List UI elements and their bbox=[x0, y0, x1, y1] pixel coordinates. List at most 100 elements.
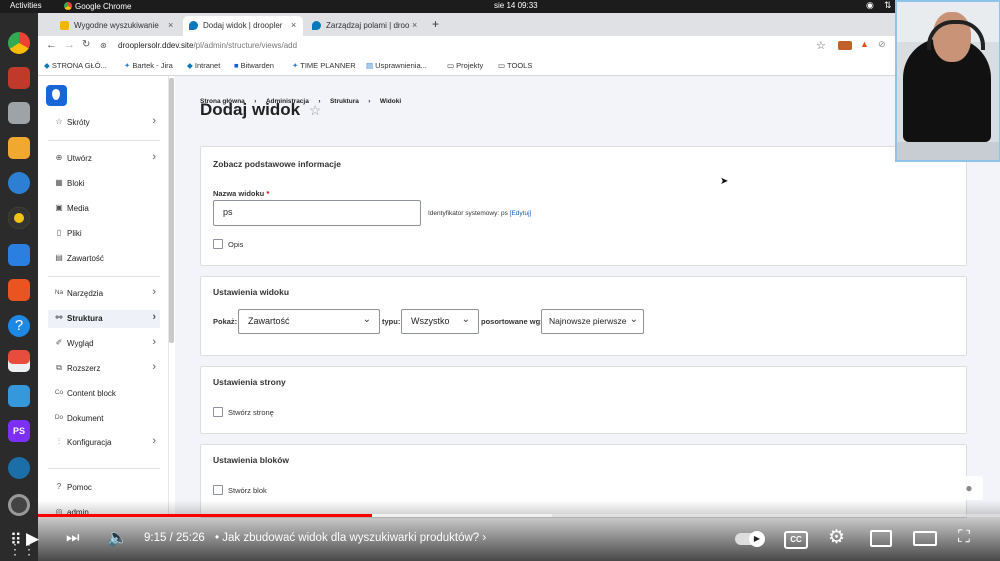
thunderbird-dock-icon[interactable] bbox=[8, 172, 30, 194]
chevron-down-icon: ⌄ bbox=[362, 314, 371, 325]
document-icon: Do bbox=[54, 414, 64, 421]
back-icon[interactable]: ← bbox=[46, 39, 57, 51]
bookmark-star-icon[interactable]: ☆ bbox=[816, 39, 826, 52]
opera-tray-icon[interactable]: ◉ bbox=[866, 0, 874, 11]
chevron-right-icon: › bbox=[152, 361, 156, 373]
obs-dock-icon[interactable] bbox=[8, 494, 30, 516]
bookmark-usprawnienia[interactable]: ▤ Usprawnienia... bbox=[366, 61, 427, 70]
volume-icon[interactable]: 🔈 bbox=[107, 528, 128, 548]
config-icon: ⫶ bbox=[58, 437, 60, 446]
help-icon: ? bbox=[56, 482, 62, 491]
bookmark-tools[interactable]: ▭ TOOLS bbox=[498, 61, 532, 70]
app-center-dock-icon[interactable] bbox=[8, 279, 30, 301]
bitwarden-icon: ■ bbox=[234, 61, 241, 70]
sidebar-item-struktura[interactable]: ⚯ Struktura › bbox=[48, 310, 160, 328]
close-tab-icon[interactable]: × bbox=[291, 20, 296, 30]
bookmark-time-planner[interactable]: ✦ TIME PLANNER bbox=[292, 61, 356, 70]
sidebar-item-utworz[interactable]: ⊕ Utwórz › bbox=[48, 150, 160, 168]
text-editor-dock-icon[interactable] bbox=[8, 385, 30, 407]
sidebar-item-bloki[interactable]: ▦ Bloki bbox=[48, 175, 160, 193]
activities-button[interactable]: Activities bbox=[10, 1, 42, 10]
breadcrumb-item[interactable]: Struktura bbox=[330, 98, 359, 105]
close-tab-icon[interactable]: × bbox=[168, 20, 173, 30]
webcam-overlay bbox=[895, 0, 1000, 162]
show-select[interactable]: Zawartość ⌄ bbox=[238, 309, 380, 334]
create-block-checkbox[interactable] bbox=[213, 485, 223, 495]
breadcrumb-separator: › bbox=[368, 98, 371, 105]
phpstorm-dock-icon[interactable]: PS bbox=[8, 420, 30, 442]
help-dock-icon[interactable]: ? bbox=[8, 315, 30, 337]
machine-name: Identyfikator systemowy: ps [Edytuj] bbox=[428, 210, 532, 217]
sidebar-item-konfiguracja[interactable]: ⫶ Konfiguracja › bbox=[48, 434, 160, 452]
sidebar-item-narzedzia[interactable]: Na Narzędzia › bbox=[48, 285, 160, 303]
breadcrumb-item[interactable]: Widoki bbox=[380, 98, 401, 105]
sort-select[interactable]: Najnowsze pierwsze ⌄ bbox=[541, 309, 644, 334]
network-icon[interactable]: ⇅ bbox=[884, 0, 892, 11]
site-info-icon[interactable]: ⊛ bbox=[100, 41, 107, 50]
bookmark-strona[interactable]: ◆ STRONA GŁÓ... bbox=[44, 61, 107, 70]
chrome-dock-icon[interactable] bbox=[8, 32, 30, 54]
files-dock-icon[interactable] bbox=[8, 102, 30, 124]
url-field[interactable]: drooplersolr.ddev.site/pl/admin/structur… bbox=[118, 41, 297, 50]
fullscreen-icon[interactable]: ⛶ bbox=[958, 527, 970, 547]
bookmark-jira[interactable]: ✦ Bartek - Jira bbox=[124, 61, 173, 70]
sidebar-item-media[interactable]: ▣ Media bbox=[48, 200, 160, 218]
fire-extension-icon[interactable]: ▲ bbox=[860, 39, 869, 49]
tab-zarzadzaj-polami[interactable]: Zarządzaj polami | droop × bbox=[306, 16, 424, 36]
sidebar-item-content-block[interactable]: Co Content block bbox=[48, 385, 160, 403]
reload-icon[interactable]: ↻ bbox=[82, 39, 90, 50]
channel-watermark-icon[interactable]: ● bbox=[955, 476, 983, 500]
sidebar-item-pliki[interactable]: ▯ Pliki bbox=[48, 225, 160, 243]
description-checkbox[interactable] bbox=[213, 239, 223, 249]
next-icon[interactable]: ⏭ bbox=[66, 529, 80, 546]
vpn-dock-icon[interactable] bbox=[8, 457, 30, 479]
bookmark-projekty[interactable]: ▭ Projekty bbox=[447, 61, 483, 70]
calculator-dock-icon[interactable] bbox=[8, 137, 30, 159]
edit-machine-name-link[interactable]: [Edytuj] bbox=[510, 210, 532, 217]
new-tab-button[interactable]: + bbox=[432, 17, 439, 31]
extension-icon[interactable]: ⊘ bbox=[878, 39, 886, 50]
drupal-logo-icon[interactable] bbox=[46, 85, 67, 106]
jira-icon: ✦ bbox=[292, 61, 301, 70]
writer-dock-icon[interactable] bbox=[8, 244, 30, 266]
bookmark-bitwarden[interactable]: ■ Bitwarden bbox=[234, 61, 274, 70]
forward-icon[interactable]: → bbox=[64, 39, 75, 51]
app-grid-icon[interactable]: ⠿ bbox=[10, 530, 22, 550]
screenshot-dock-icon[interactable] bbox=[8, 350, 30, 372]
create-page-checkbox[interactable] bbox=[213, 407, 223, 417]
bookmarks-bar: ◆ STRONA GŁÓ... ✦ Bartek - Jira ◆ Intran… bbox=[38, 57, 1000, 76]
view-name-input[interactable]: ps bbox=[213, 200, 421, 226]
star-icon[interactable]: ☆ bbox=[309, 102, 322, 118]
drupal-favicon-icon bbox=[189, 21, 198, 30]
drupal-favicon-icon bbox=[312, 21, 321, 30]
theater-mode-icon[interactable] bbox=[913, 531, 937, 546]
type-select[interactable]: Wszystko ⌄ bbox=[401, 309, 479, 334]
blocks-icon: ▦ bbox=[55, 178, 63, 187]
chapter-title[interactable]: • Jak zbudować widok dla wyszukiwarki pr… bbox=[215, 532, 486, 544]
sidebar-item-zawartosc[interactable]: ▤ Zawartość bbox=[48, 250, 160, 268]
presentation-dock-icon[interactable] bbox=[8, 67, 30, 89]
settings-gear-icon[interactable]: ⚙ bbox=[828, 526, 845, 549]
close-tab-icon[interactable]: × bbox=[412, 20, 417, 30]
miniplayer-icon[interactable] bbox=[870, 530, 892, 547]
captions-icon[interactable]: CC bbox=[784, 531, 808, 549]
media-icon: ▣ bbox=[55, 203, 63, 212]
sidebar-item-dokument[interactable]: Do Dokument bbox=[48, 410, 160, 428]
clock[interactable]: sie 14 09:33 bbox=[494, 1, 538, 10]
divider bbox=[48, 276, 160, 277]
autoplay-toggle[interactable]: ▶ bbox=[735, 531, 765, 547]
sidebar-scrollbar[interactable] bbox=[169, 78, 174, 343]
create-page-label: Stwórz stronę bbox=[228, 408, 274, 417]
play-icon[interactable]: ▶ bbox=[26, 529, 39, 549]
page-title-wrap: Dodaj widok ☆ bbox=[200, 100, 321, 120]
extension-icon[interactable] bbox=[838, 41, 852, 50]
section-heading: Ustawienia strony bbox=[213, 377, 286, 387]
bookmark-intranet[interactable]: ◆ Intranet bbox=[187, 61, 220, 70]
tab-wygodne[interactable]: Wygodne wyszukiwanie × bbox=[54, 16, 180, 36]
sidebar-item-pomoc[interactable]: ? Pomoc bbox=[48, 479, 160, 497]
sidebar-item-rozszerz[interactable]: ⧉ Rozszerz › bbox=[48, 360, 160, 378]
rhythmbox-dock-icon[interactable] bbox=[8, 207, 30, 229]
sidebar-item-wyglad[interactable]: ✐ Wygląd › bbox=[48, 335, 160, 353]
tab-dodaj-widok[interactable]: Dodaj widok | droopler × bbox=[183, 16, 303, 36]
sidebar-item-skroty[interactable]: ☆ Skróty › bbox=[48, 114, 160, 132]
